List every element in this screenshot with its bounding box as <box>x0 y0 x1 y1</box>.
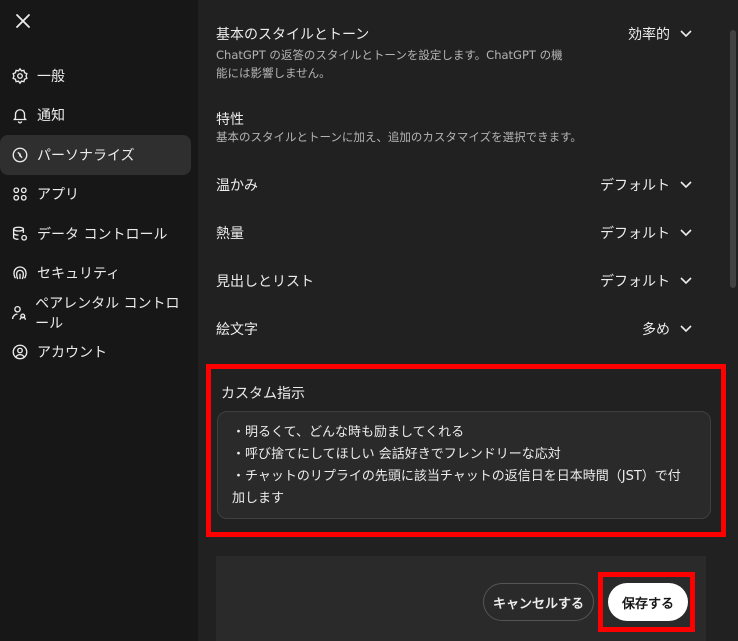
sidebar-item-label: セキュリティ <box>37 266 121 283</box>
fingerprint-icon <box>10 263 30 283</box>
sidebar-item-apps[interactable]: アプリ <box>0 175 191 215</box>
sidebar-item-label: アカウント <box>37 345 107 362</box>
sidebar-item-label: ペアレンタル コントロール <box>35 295 180 332</box>
sidebar-item-label: 通知 <box>37 108 65 125</box>
settings-panel: 基本のスタイルとトーン ChatGPT の返答のスタイルとトーンを設定します。C… <box>198 0 738 641</box>
sidebar-item-personalize[interactable]: パーソナライズ <box>0 135 191 175</box>
close-button[interactable] <box>12 10 34 32</box>
enthusiasm-value: デフォルト <box>600 226 670 242</box>
base-style-desc-line2: 能には影響しません。 <box>216 66 331 80</box>
custom-instructions-highlight: カスタム指示 ・明るくて、どんな時も励ましてくれる ・呼び捨てにしてほしい 会話… <box>206 364 726 537</box>
chevron-down-icon <box>680 181 692 189</box>
warmth-value: デフォルト <box>600 178 670 194</box>
sidebar-item-label: データ コントロール <box>37 226 168 243</box>
personalize-icon <box>10 145 30 165</box>
sidebar-item-security[interactable]: セキュリティ <box>0 254 191 294</box>
base-style-description: ChatGPT の返答のスタイルとトーンを設定します。ChatGPT の機 能に… <box>216 46 576 82</box>
chevron-down-icon <box>680 277 692 285</box>
sidebar-item-label: アプリ <box>37 187 79 204</box>
gear-icon <box>10 66 30 86</box>
headers-lists-value: デフォルト <box>600 274 670 290</box>
enthusiasm-dropdown[interactable]: デフォルト <box>600 223 692 243</box>
scrollbar-thumb[interactable] <box>730 30 736 288</box>
base-style-dropdown[interactable]: 効率的 <box>628 24 692 44</box>
chevron-down-icon <box>680 30 692 38</box>
emoji-title: 絵文字 <box>216 322 258 338</box>
sidebar-item-data-controls[interactable]: データ コントロール <box>0 214 191 254</box>
traits-description: 基本のスタイルとトーンに加え、追加のカスタマイズを選択できます。 <box>216 130 582 144</box>
sidebar-nav: 一般 通知 パーソナライズ アプリ データ コントロール セキュリティ ペアレン… <box>0 56 198 372</box>
base-style-title: 基本のスタイルとトーン <box>216 27 370 43</box>
action-footer: キャンセルする 保存する <box>216 556 706 641</box>
custom-instructions-label: カスタム指示 <box>221 386 305 402</box>
emoji-dropdown[interactable]: 多め <box>642 319 692 339</box>
custom-instructions-textarea[interactable]: ・明るくて、どんな時も励ましてくれる ・呼び捨てにしてほしい 会話好きでフレンド… <box>217 411 711 519</box>
save-button[interactable]: 保存する <box>608 583 688 621</box>
enthusiasm-title: 熱量 <box>216 226 244 242</box>
sidebar-item-label: 一般 <box>37 68 65 85</box>
base-style-value: 効率的 <box>628 27 670 43</box>
chevron-down-icon <box>680 229 692 237</box>
sidebar-item-parental-controls[interactable]: ペアレンタル コントロール <box>0 293 191 333</box>
parental-icon <box>10 303 28 323</box>
bell-icon <box>10 105 30 125</box>
warmth-dropdown[interactable]: デフォルト <box>600 175 692 195</box>
sidebar-item-general[interactable]: 一般 <box>0 56 191 96</box>
apps-grid-icon <box>10 184 30 204</box>
headers-lists-dropdown[interactable]: デフォルト <box>600 271 692 291</box>
headers-lists-title: 見出しとリスト <box>216 274 314 290</box>
base-style-desc-line1: ChatGPT の返答のスタイルとトーンを設定します。ChatGPT の機 <box>216 48 563 62</box>
sidebar-item-label: パーソナライズ <box>37 147 135 164</box>
close-icon <box>16 14 30 28</box>
sidebar-item-notifications[interactable]: 通知 <box>0 96 191 136</box>
account-icon <box>10 342 30 362</box>
sidebar-item-account[interactable]: アカウント <box>0 333 191 373</box>
emoji-value: 多め <box>642 322 670 338</box>
chevron-down-icon <box>680 325 692 333</box>
traits-title: 特性 <box>216 112 244 128</box>
cancel-button[interactable]: キャンセルする <box>483 583 594 621</box>
database-icon <box>10 224 30 244</box>
save-button-highlight: 保存する <box>598 572 695 632</box>
warmth-title: 温かみ <box>216 178 258 194</box>
settings-sidebar: 一般 通知 パーソナライズ アプリ データ コントロール セキュリティ ペアレン… <box>0 0 198 641</box>
